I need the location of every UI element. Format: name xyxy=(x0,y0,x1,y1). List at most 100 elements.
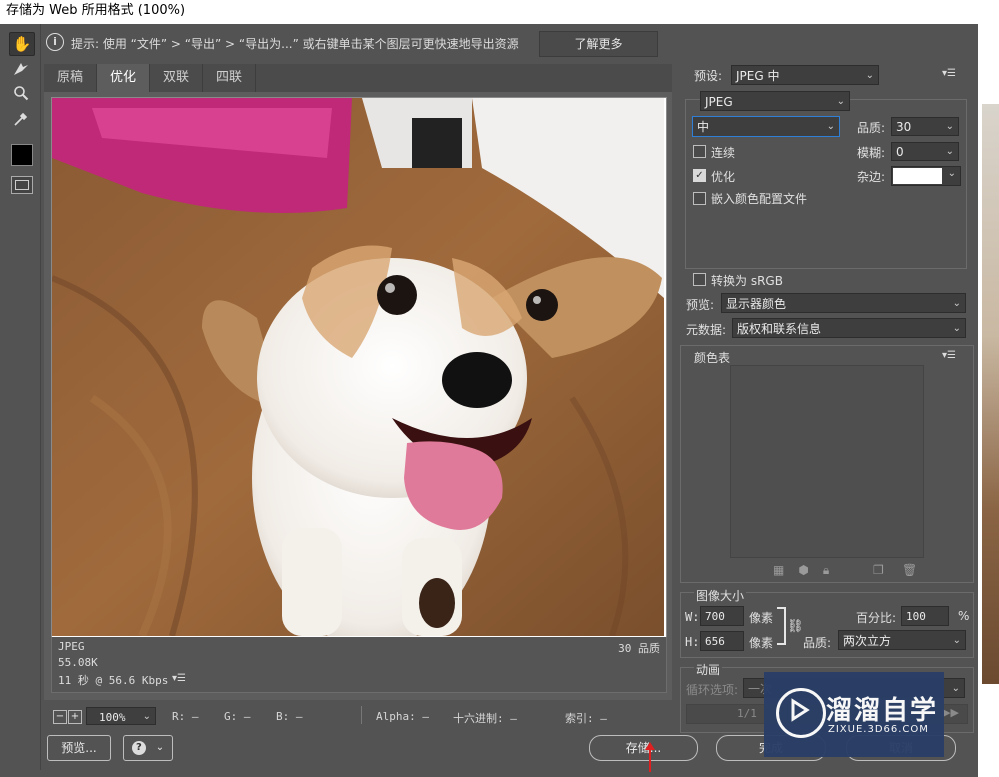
color-table-menu-icon[interactable]: ▾☰ xyxy=(942,350,956,361)
readout-alpha: Alpha: — xyxy=(376,710,429,723)
red-arrow-annotation xyxy=(645,742,655,772)
chevron-down-icon: ⌄ xyxy=(952,635,961,646)
preview-browser-button[interactable]: ? ⌄ xyxy=(123,735,173,761)
progressive-checkbox[interactable] xyxy=(693,145,706,158)
next-frame-icon[interactable]: ▶▶ xyxy=(942,706,959,719)
preset-select[interactable]: JPEG 中 ⌄ xyxy=(731,65,879,85)
browser-icon: ? xyxy=(131,741,146,755)
map-to-web-icon[interactable]: ▦ xyxy=(773,563,798,577)
readout-g: G: — xyxy=(224,710,251,723)
optimized-image-preview[interactable] xyxy=(51,97,667,639)
info-quality: 30 品质 xyxy=(618,642,660,655)
save-button[interactable]: 存储... xyxy=(589,735,698,761)
slice-select-tool-icon[interactable] xyxy=(9,58,33,80)
view-tabs: 原稿 优化 双联 四联 xyxy=(44,64,672,92)
watermark-url: ZIXUE.3D66.COM xyxy=(828,724,929,735)
chevron-down-icon: ⌄ xyxy=(952,298,961,309)
tab-original[interactable]: 原稿 xyxy=(44,64,97,92)
cube-icon[interactable]: ⬢ xyxy=(798,563,822,577)
status-divider xyxy=(361,706,362,724)
play-logo-icon xyxy=(776,688,826,738)
background-photo-edge xyxy=(982,104,999,684)
toggle-slices-visibility-icon[interactable] xyxy=(11,176,33,194)
blur-input[interactable]: 0 ⌄ xyxy=(891,142,959,161)
width-input[interactable]: 700 xyxy=(700,606,744,626)
percent-label: 百分比: xyxy=(856,611,897,625)
readout-b: B: — xyxy=(276,710,303,723)
preview-mode-value: 显示器颜色 xyxy=(726,297,787,311)
embed-profile-checkbox[interactable] xyxy=(693,192,706,205)
convert-srgb-label: 转换为 sRGB xyxy=(711,274,783,288)
color-table-actions: ▦⬢🔒︎ xyxy=(773,563,843,578)
chevron-down-icon: ⌄ xyxy=(836,96,845,107)
chevron-down-icon: ⌄ xyxy=(142,711,151,722)
zoom-level-value: 100% xyxy=(99,711,126,724)
matte-select[interactable]: ⌄ xyxy=(891,166,961,186)
color-table-swatches[interactable] xyxy=(730,365,924,558)
metadata-select[interactable]: 版权和联系信息 ⌄ xyxy=(732,318,966,338)
delete-color-icon[interactable]: 🗑︎ xyxy=(902,563,917,577)
animation-title: 动画 xyxy=(694,661,723,678)
progressive-label: 连续 xyxy=(711,146,736,160)
info-download-time: 11 秒 @ 56.6 Kbps xyxy=(58,674,169,687)
optimized-checkbox[interactable]: ✓ xyxy=(693,169,706,182)
constrain-bracket xyxy=(777,607,786,645)
quality-value: 30 xyxy=(896,120,912,134)
compression-quality-select[interactable]: 中 ⌄ xyxy=(692,116,840,137)
resample-select[interactable]: 两次立方 ⌄ xyxy=(838,630,966,650)
readout-hex: 十六进制: — xyxy=(453,712,517,725)
frame-counter: 1/1 xyxy=(737,707,757,720)
matte-color-swatch xyxy=(893,168,942,184)
tab-2-up[interactable]: 双联 xyxy=(150,64,203,92)
file-format-select[interactable]: JPEG ⌄ xyxy=(700,91,850,111)
learn-more-button[interactable]: 了解更多 xyxy=(539,31,658,57)
preview-mode-select[interactable]: 显示器颜色 ⌄ xyxy=(721,293,966,313)
zoom-out-icon[interactable]: − xyxy=(53,710,67,724)
percent-input[interactable]: 100 xyxy=(901,606,949,626)
tab-optimized[interactable]: 优化 xyxy=(97,64,150,92)
window-title-bar: 存储为 Web 所用格式 (100%) xyxy=(0,0,978,24)
metadata-value: 版权和联系信息 xyxy=(737,322,822,336)
eyedropper-tool-icon[interactable] xyxy=(9,108,33,130)
chevron-down-icon: ⌄ xyxy=(826,121,835,132)
height-label: H: xyxy=(685,635,700,649)
quality-label: 品质: xyxy=(857,121,886,135)
chevron-down-icon: ⌄ xyxy=(865,70,874,81)
height-input[interactable]: 656 xyxy=(700,631,744,651)
preview-mode-label: 预览: xyxy=(686,298,715,312)
info-icon: i xyxy=(46,33,64,51)
zoom-tool-icon[interactable] xyxy=(9,82,33,104)
color-table-title: 颜色表 xyxy=(694,351,731,365)
link-icon[interactable]: ⛓︎ xyxy=(787,619,804,634)
preset-label: 预设: xyxy=(694,69,723,83)
image-info-panel: JPEG 55.08K 11 秒 @ 56.6 Kbps ▾☰ 30 品质 xyxy=(51,637,667,693)
info-format: JPEG xyxy=(58,640,85,653)
readout-r: R: — xyxy=(172,710,199,723)
quality-input[interactable]: 30 ⌄ xyxy=(891,117,959,136)
embed-profile-label: 嵌入颜色配置文件 xyxy=(711,192,808,206)
lock-icon[interactable]: 🔒︎ xyxy=(823,563,843,577)
loop-options-label: 循环选项: xyxy=(686,683,739,697)
zoom-level-select[interactable]: 100% ⌄ xyxy=(86,707,156,725)
height-unit: 像素 xyxy=(749,636,774,650)
preset-value: JPEG 中 xyxy=(736,69,780,83)
chevron-down-icon: ⌄ xyxy=(155,742,165,753)
width-label: W: xyxy=(685,610,700,624)
file-format-value: JPEG xyxy=(705,95,733,109)
download-speed-menu-icon[interactable]: ▾☰ xyxy=(172,673,186,684)
optimize-menu-icon[interactable]: ▾☰ xyxy=(942,68,956,79)
zoom-in-icon[interactable]: + xyxy=(68,710,82,724)
info-size: 55.08K xyxy=(58,656,98,669)
preview-button[interactable]: 预览... xyxy=(47,735,111,761)
eyedropper-color-swatch[interactable] xyxy=(11,144,33,166)
resample-label: 品质: xyxy=(803,636,832,650)
tab-4-up[interactable]: 四联 xyxy=(203,64,256,92)
window-title: 存储为 Web 所用格式 (100%) xyxy=(6,3,186,18)
width-unit: 像素 xyxy=(749,611,774,625)
hand-tool-icon[interactable]: ✋ xyxy=(9,32,35,56)
convert-srgb-checkbox[interactable] xyxy=(693,273,706,286)
matte-label: 杂边: xyxy=(857,170,886,184)
optimized-label: 优化 xyxy=(711,170,736,184)
hint-text: 提示: 使用 “文件” > “导出” > “导出为...” 或右键单击某个图层可… xyxy=(71,37,519,51)
new-color-icon[interactable]: ❐ xyxy=(873,563,884,577)
